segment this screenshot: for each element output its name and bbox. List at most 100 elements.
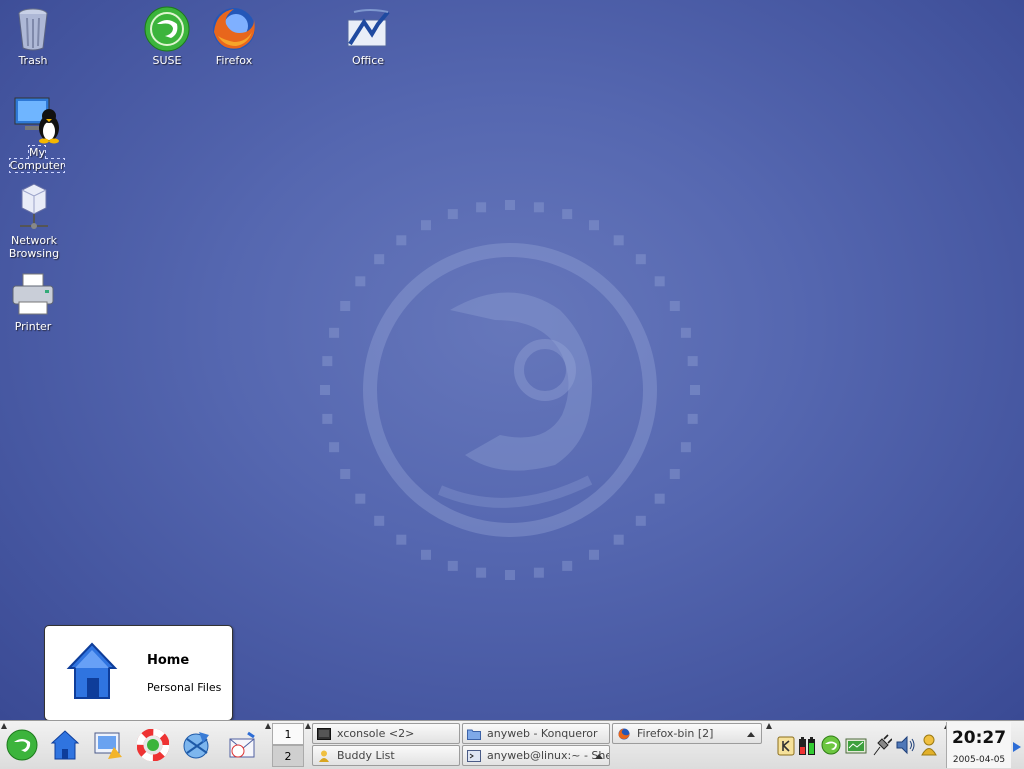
wallpaper-dot <box>505 570 515 580</box>
network-browsing-desktop-icon[interactable]: Network Browsing <box>0 182 69 260</box>
user-icon[interactable] <box>918 733 940 757</box>
wallpaper-dot <box>329 442 340 453</box>
task-konqueror[interactable]: anyweb - Konqueror <box>462 723 610 744</box>
battery-icon[interactable] <box>796 733 818 757</box>
printer-label: Printer <box>14 320 52 333</box>
pager-up-arrow-icon[interactable] <box>265 723 271 729</box>
wallpaper-dot <box>680 327 691 338</box>
wallpaper-dot <box>355 276 366 287</box>
firefox-icon <box>213 8 255 50</box>
wallpaper-dot <box>447 560 458 571</box>
help-lifebuoy-icon <box>137 729 169 761</box>
wallpaper-dot <box>322 413 333 424</box>
plug-icon[interactable] <box>870 733 892 757</box>
home-launcher-button[interactable] <box>47 727 83 763</box>
task-firefox[interactable]: Firefox-bin [2] <box>612 723 762 744</box>
printer-desktop-icon[interactable]: Printer <box>0 272 68 333</box>
task-scroll-arrow-icon[interactable] <box>595 754 603 759</box>
wallpaper-dot <box>669 469 680 479</box>
wallpaper-dot <box>476 567 487 578</box>
wallpaper-dot <box>562 560 573 571</box>
suse-updater-icon[interactable] <box>820 733 842 757</box>
firefox-small-icon <box>618 728 630 739</box>
wallpaper-dot <box>421 549 431 560</box>
desktop-pager-1[interactable]: 1 <box>272 723 304 745</box>
help-button[interactable] <box>135 727 171 763</box>
konsole-icon <box>467 749 481 762</box>
wallpaper-dot <box>654 493 665 504</box>
mail-calendar-icon <box>229 731 255 758</box>
panel-clock[interactable]: 20:27 2005-04-05 <box>946 722 1011 768</box>
konqueror-icon <box>183 732 209 759</box>
wallpaper-dot <box>613 235 624 246</box>
wallpaper-dot <box>374 254 385 265</box>
tray-up-arrow-icon[interactable] <box>766 723 772 729</box>
task-konqueror-label: anyweb - Konqueror <box>487 727 598 740</box>
wallpaper-dot <box>476 202 487 213</box>
network-monitor-icon[interactable] <box>845 733 867 757</box>
suse-label: SUSE <box>152 54 182 67</box>
desktop[interactable]: Trash SUSE Firefox Office My Computer Ne… <box>0 0 1024 720</box>
wallpaper-dot <box>635 254 646 265</box>
suse-menu-button[interactable] <box>4 727 40 763</box>
task-group-arrow-icon[interactable] <box>747 732 755 737</box>
home-folder-icon <box>66 642 118 699</box>
wallpaper-dot <box>322 356 333 367</box>
wallpaper-dot <box>687 413 698 424</box>
task-shell-label: anyweb@linux:~ - Shell <box>487 749 610 762</box>
wallpaper-dot <box>690 385 700 395</box>
wallpaper-dot <box>654 276 665 287</box>
office-label: Office <box>351 54 385 67</box>
my-computer-label: My Computer <box>8 145 66 173</box>
my-computer-label-line1: My <box>28 146 45 159</box>
task-buddy-list[interactable]: Buddy List <box>312 745 460 766</box>
kde-k-icon[interactable] <box>775 733 797 757</box>
my-computer-desktop-icon[interactable]: My Computer <box>2 94 72 173</box>
tasklist-up-arrow-icon[interactable] <box>305 723 311 729</box>
show-desktop-button[interactable] <box>90 727 126 763</box>
task-shell[interactable]: anyweb@linux:~ - Shell <box>462 745 610 766</box>
terminal-icon <box>317 727 331 740</box>
network-browsing-label-line1: Network <box>11 234 57 247</box>
tooltip-description: Personal Files <box>147 681 222 694</box>
wallpaper-dot <box>396 534 407 545</box>
wallpaper-dot <box>340 469 351 479</box>
office-desktop-icon[interactable]: Office <box>333 6 403 67</box>
wallpaper-dot <box>533 202 544 213</box>
wallpaper-dot <box>589 549 599 560</box>
firefox-label: Firefox <box>215 54 253 67</box>
task-xconsole[interactable]: xconsole <2> <box>312 723 460 744</box>
speaker-icon[interactable] <box>894 733 916 757</box>
wallpaper-dot <box>589 220 599 231</box>
wallpaper-dot <box>355 493 366 504</box>
wallpaper-dot <box>505 200 515 210</box>
wallpaper-dot <box>396 235 407 246</box>
kde-panel: 1 2 xconsole <2> anyweb - Konqueror Fire… <box>0 720 1024 769</box>
wallpaper-dot <box>669 301 680 311</box>
kontact-button[interactable] <box>224 727 260 763</box>
clock-date: 2005-04-05 <box>952 755 1006 765</box>
wallpaper-dot <box>421 220 431 231</box>
pager-2-label: 2 <box>284 749 292 763</box>
home-tooltip: Home Personal Files <box>44 625 233 720</box>
desktop-pager-2[interactable]: 2 <box>272 745 304 767</box>
tooltip-title: Home <box>147 653 190 668</box>
task-xconsole-label: xconsole <2> <box>337 727 415 740</box>
firefox-desktop-icon[interactable]: Firefox <box>199 6 269 67</box>
home-icon <box>50 730 80 760</box>
wallpaper-dot <box>374 515 385 526</box>
konqueror-button[interactable] <box>179 727 215 763</box>
suse-chameleon-icon <box>144 6 190 52</box>
wallpaper-dot <box>613 534 624 545</box>
suse-wallpaper-logo <box>320 200 700 580</box>
wallpaper-dot <box>533 567 544 578</box>
trash-desktop-icon[interactable]: Trash <box>0 6 68 67</box>
trash-icon <box>18 8 48 51</box>
desktop-icon <box>94 732 122 759</box>
suse-menu-icon <box>6 729 38 761</box>
suse-desktop-icon[interactable]: SUSE <box>132 6 202 67</box>
network-cube-icon <box>20 183 48 229</box>
wallpaper-dot <box>687 356 698 367</box>
task-firefox-label: Firefox-bin [2] <box>637 727 714 740</box>
panel-right-arrow-icon[interactable] <box>1013 742 1021 752</box>
